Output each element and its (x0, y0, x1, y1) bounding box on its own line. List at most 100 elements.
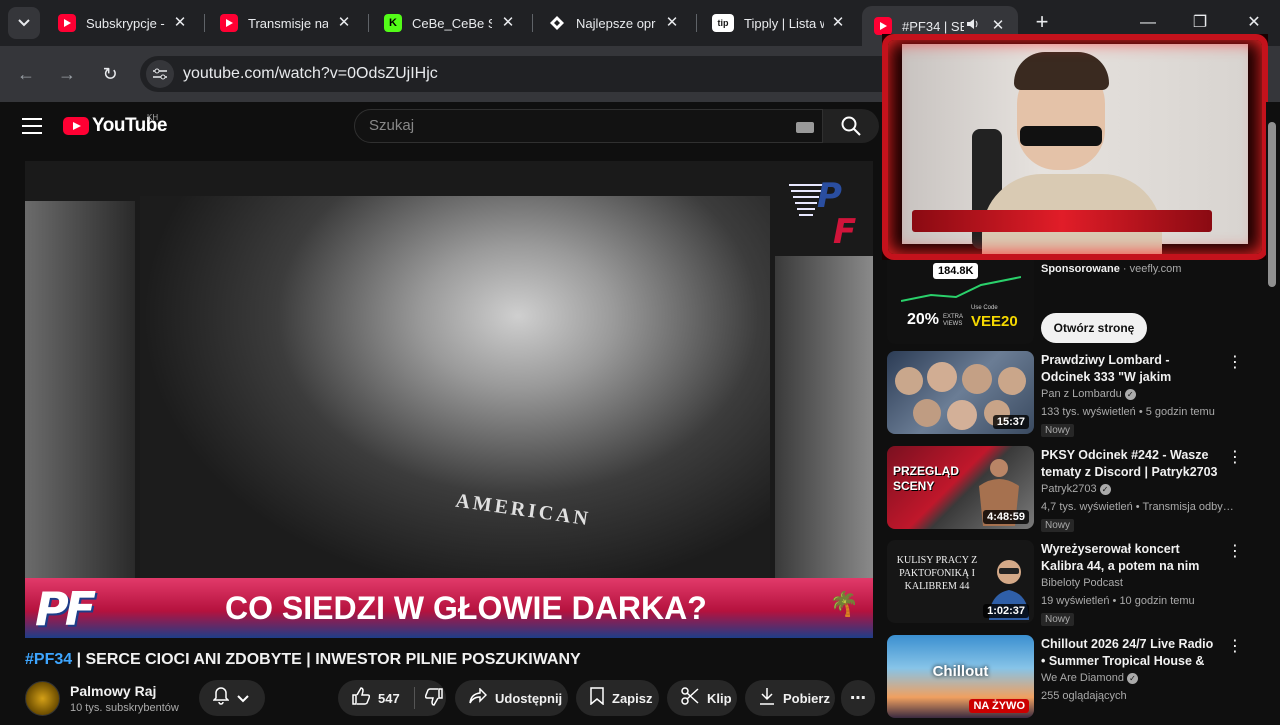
address-bar[interactable]: youtube.com/watch?v=0OdsZUjIHjc (140, 56, 900, 92)
channel-line[interactable]: Pan z Lombardu ✓ (1041, 388, 1136, 400)
download-label: Pobierz (783, 690, 830, 706)
close-tab-icon[interactable]: ✕ (828, 13, 848, 33)
video-meta: 133 tys. wyświetleń • 5 godzin temu (1041, 406, 1215, 418)
more-horizontal-icon: ⋯ (850, 690, 866, 707)
browser-tab[interactable]: Subskrypcje - ✕ (46, 8, 200, 38)
site-info-icon[interactable] (146, 60, 174, 88)
channel-line[interactable]: We Are Diamond ✓ (1041, 672, 1138, 684)
channel-name[interactable]: Patryk2703 (1041, 483, 1097, 495)
svg-text:P: P (817, 176, 842, 216)
scrollbar-thumb[interactable] (1268, 122, 1276, 287)
search-icon (841, 116, 861, 136)
close-tab-icon[interactable]: ✕ (498, 13, 518, 33)
ad-percent: 20% (907, 311, 940, 328)
share-button[interactable]: Udostępnij (455, 680, 568, 716)
channel-name[interactable]: Palmowy Raj (70, 683, 156, 699)
channel-name[interactable]: Pan z Lombardu (1041, 388, 1122, 400)
like-icon[interactable] (352, 686, 371, 710)
minimize-icon[interactable]: — (1134, 10, 1162, 36)
video-player[interactable]: AMERICAN P F PF CO SIEDZI W GŁOWIE DARKA… (25, 161, 873, 638)
video-duration: 1:02:37 (983, 604, 1029, 618)
back-arrow-icon[interactable]: ← (12, 60, 40, 88)
video-thumbnail[interactable]: PRZEGLĄD SCENY 4:48:59 (887, 446, 1034, 529)
tab-search-button[interactable] (8, 7, 40, 39)
forward-arrow-icon[interactable]: → (53, 60, 81, 88)
browser-tab[interactable]: tip Tipply | Lista w ✕ (700, 8, 858, 38)
close-window-icon[interactable]: ✕ (1240, 10, 1268, 36)
like-dislike-group: 547 (338, 680, 446, 716)
channel-name[interactable]: Bibeloty Podcast (1041, 577, 1123, 589)
close-tab-icon[interactable]: ✕ (662, 13, 682, 33)
speaker-icon[interactable] (966, 18, 980, 33)
search-input[interactable] (369, 117, 769, 134)
tipply-favicon: tip (712, 14, 734, 32)
mascot-icon: 🌴 (829, 591, 859, 618)
channel-name[interactable]: We Are Diamond (1041, 672, 1124, 684)
youtube-favicon (874, 17, 892, 35)
close-tab-icon[interactable]: ✕ (334, 13, 354, 33)
more-actions-button[interactable]: ⋯ (841, 680, 875, 716)
video-meta: 4,7 tys. wyświetleń • Transmisja odbyła … (1041, 501, 1236, 513)
channel-line[interactable]: Patryk2703 ✓ (1041, 483, 1111, 495)
video-hashtag[interactable]: #PF34 (25, 651, 72, 668)
close-tab-icon[interactable]: ✕ (988, 16, 1008, 36)
thumbnail-text: Chillout (932, 663, 989, 680)
video-thumbnail[interactable]: 15:37 (887, 351, 1034, 434)
video-frame-right (775, 256, 873, 586)
search-box[interactable] (354, 109, 823, 143)
ad-growth-line (901, 276, 1021, 302)
ad-sponsored-label: Sponsorowane · veefly.com (1041, 263, 1181, 275)
open-site-button[interactable]: Otwórz stronę (1041, 313, 1147, 343)
like-count[interactable]: 547 (378, 691, 400, 706)
reload-icon[interactable]: ↻ (96, 60, 124, 88)
video-thumbnail[interactable]: KULISY PRACY Z PAKTOFONIKĄ I KALIBREM 44… (887, 540, 1034, 623)
keyboard-icon[interactable] (796, 122, 814, 133)
more-vertical-icon[interactable]: ⋮ (1227, 353, 1243, 373)
browser-tab[interactable]: Najlepsze opr ✕ (536, 8, 692, 38)
scissors-icon (681, 686, 699, 710)
recommended-video[interactable]: KULISY PRACY Z PAKTOFONIKĄ I KALIBREM 44… (887, 540, 1267, 630)
video-duration: 4:48:59 (983, 510, 1029, 524)
more-vertical-icon[interactable]: ⋮ (1227, 637, 1243, 657)
bookmark-icon (590, 686, 604, 710)
new-badge: Nowy (1041, 519, 1075, 532)
dislike-icon[interactable] (424, 687, 443, 709)
more-vertical-icon[interactable]: ⋮ (1227, 542, 1243, 562)
video-title[interactable]: Wyreżyserował koncert Kalibra 44, a pote… (1041, 541, 1221, 575)
browser-tab[interactable]: K CeBe_CeBe St ✕ (372, 8, 528, 38)
tab-title: #PF34 | SE (902, 18, 964, 34)
download-icon (759, 687, 775, 710)
close-tab-icon[interactable]: ✕ (170, 13, 190, 33)
banner-pf-logo: PF (35, 582, 96, 636)
country-code: KH (147, 113, 159, 122)
url-text[interactable]: youtube.com/watch?v=0OdsZUjIHjc (183, 65, 438, 83)
notifications-button[interactable] (199, 680, 265, 716)
video-thumbnail[interactable]: Chillout NA ŻYWO (887, 635, 1034, 718)
clip-label: Klip (707, 690, 732, 706)
tab-separator (532, 14, 533, 32)
recommended-video[interactable]: Chillout NA ŻYWO Chillout 2026 24/7 Live… (887, 635, 1267, 725)
live-badge: NA ŻYWO (969, 699, 1029, 713)
youtube-logo[interactable]: YouTube KH (63, 113, 167, 137)
search-button[interactable] (823, 109, 879, 143)
download-button[interactable]: Pobierz (745, 680, 835, 716)
restore-icon[interactable]: ❐ (1186, 10, 1214, 36)
video-title[interactable]: Prawdziwy Lombard - Odcinek 333 "W jakim… (1041, 352, 1221, 386)
browser-tab[interactable]: Transmisje na ✕ (208, 8, 364, 38)
clip-button[interactable]: Klip (667, 680, 737, 716)
more-vertical-icon[interactable]: ⋮ (1227, 448, 1243, 468)
chevron-down-icon (18, 19, 30, 27)
video-title[interactable]: PKSY Odcinek #242 - Wasze tematy z Disco… (1041, 447, 1221, 481)
tab-title: Tipply | Lista w (744, 15, 824, 31)
svg-text:F: F (833, 212, 856, 249)
channel-line[interactable]: Bibeloty Podcast (1041, 577, 1123, 589)
channel-avatar[interactable] (25, 681, 60, 716)
save-button[interactable]: Zapisz (576, 680, 659, 716)
ad-code-label: Use Code (971, 305, 998, 311)
recommended-video[interactable]: 15:37 Prawdziwy Lombard - Odcinek 333 "W… (887, 351, 1267, 441)
video-title[interactable]: Chillout 2026 24/7 Live Radio • Summer T… (1041, 636, 1221, 670)
recommended-video[interactable]: PRZEGLĄD SCENY 4:48:59 PKSY Odcinek #242… (887, 446, 1267, 536)
thumbnail-text: PRZEGLĄD SCENY (893, 464, 959, 493)
new-tab-button[interactable]: + (1030, 11, 1054, 35)
menu-icon[interactable] (22, 118, 42, 134)
